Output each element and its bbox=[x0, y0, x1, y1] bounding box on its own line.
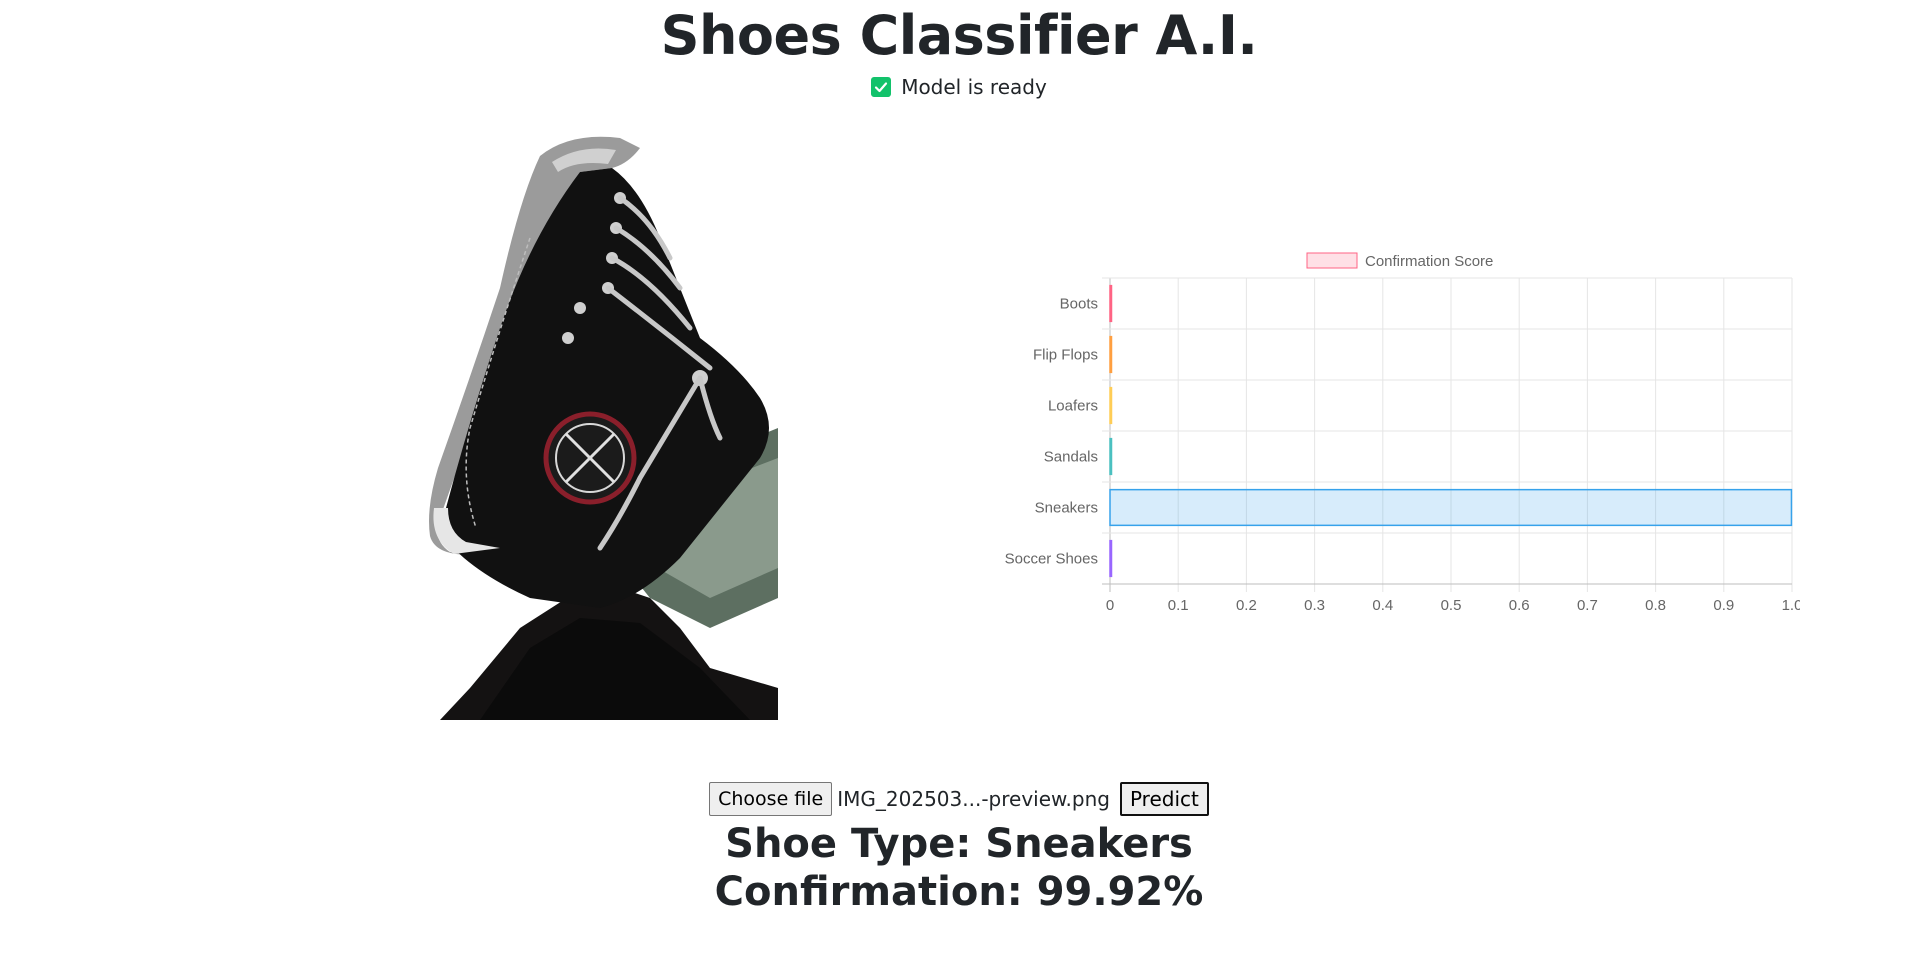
bar bbox=[1109, 335, 1113, 374]
bar bbox=[1109, 437, 1113, 476]
y-category-label: Flip Flops bbox=[1033, 347, 1098, 364]
confirmation-chart: Confirmation Score 0 0.1 0.2 0.3 0.4 0.5 0.6 0.7… bbox=[970, 236, 1802, 616]
upload-controls: Choose file IMG_202503...-preview.png Pred… bbox=[0, 782, 1918, 816]
x-tick-label: 0.4 bbox=[1372, 597, 1393, 614]
x-tick-label: 0.3 bbox=[1304, 597, 1325, 614]
page-title: Shoes Classifier A.I. bbox=[660, 4, 1258, 67]
x-tick-label: 0.6 bbox=[1509, 597, 1530, 614]
shoe-image bbox=[380, 128, 778, 720]
choose-file-button[interactable]: Choose file bbox=[709, 782, 833, 816]
x-tick-label: 0.8 bbox=[1645, 597, 1666, 614]
x-tick-label: 1.0 bbox=[1782, 597, 1800, 614]
x-tick-label: 0.7 bbox=[1577, 597, 1598, 614]
x-tick-label: 0.5 bbox=[1441, 597, 1462, 614]
bar bbox=[1109, 539, 1113, 578]
predict-button[interactable]: Predict bbox=[1119, 782, 1209, 816]
y-category-label: Sandals bbox=[1044, 449, 1098, 466]
y-category-label: Sneakers bbox=[1035, 500, 1098, 517]
bar bbox=[1109, 488, 1793, 527]
x-tick-label: 0.9 bbox=[1713, 597, 1734, 614]
bar bbox=[1109, 386, 1113, 425]
legend-swatch bbox=[1306, 252, 1358, 269]
result-confirmation: Confirmation: 99.92% bbox=[714, 869, 1204, 915]
x-tick-label: 0.2 bbox=[1236, 597, 1257, 614]
x-tick-label: 0.1 bbox=[1168, 597, 1189, 614]
model-status: Model is ready bbox=[0, 74, 1918, 100]
y-category-label: Soccer Shoes bbox=[1005, 551, 1098, 568]
model-status-text: Model is ready bbox=[901, 75, 1047, 99]
legend-label: Confirmation Score bbox=[1365, 253, 1493, 270]
selected-file-name: IMG_202503...-preview.png bbox=[837, 787, 1110, 811]
y-category-label: Boots bbox=[1060, 296, 1098, 313]
result-shoe-type: Shoe Type: Sneakers bbox=[725, 821, 1193, 867]
bar bbox=[1109, 284, 1113, 323]
y-category-label: Loafers bbox=[1048, 398, 1098, 415]
check-icon bbox=[871, 77, 892, 97]
x-tick-label: 0 bbox=[1106, 597, 1114, 614]
bar-chart-svg: Confirmation Score 0 0.1 0.2 0.3 0.4 0.5 0.6 0.7… bbox=[1005, 252, 1802, 614]
